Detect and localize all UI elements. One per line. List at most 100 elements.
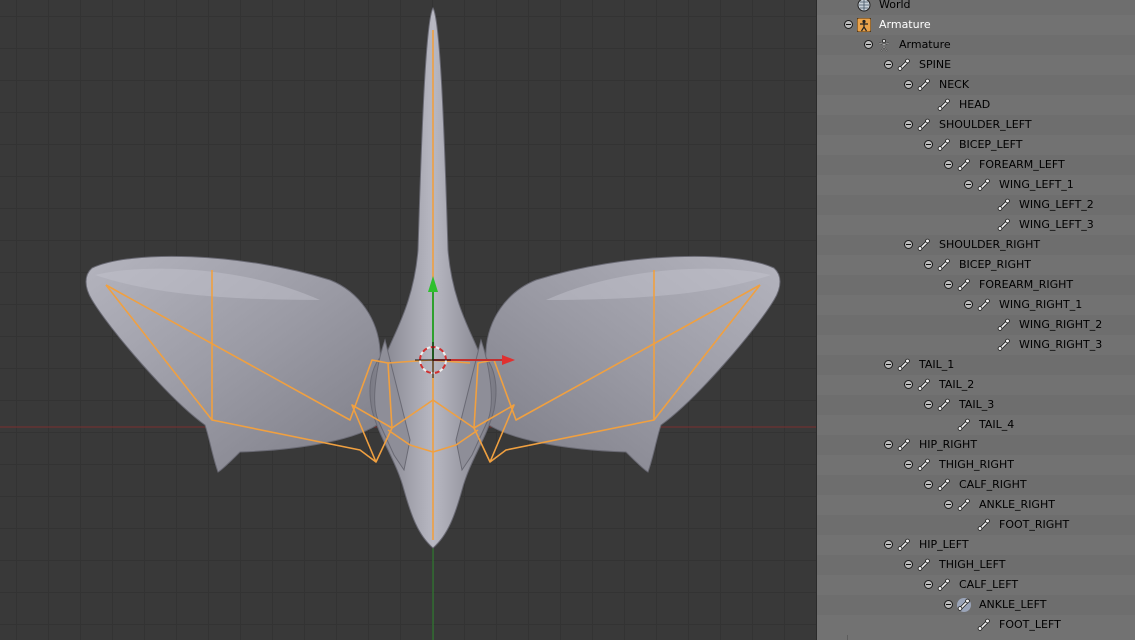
outliner-item-label: ANKLE_LEFT — [979, 598, 1047, 611]
outliner-row[interactable]: CALF_RIGHT — [817, 475, 1135, 495]
outliner-row[interactable]: TAIL_4 — [817, 415, 1135, 435]
collapse-toggle-icon[interactable] — [904, 240, 913, 249]
collapse-toggle-icon[interactable] — [924, 260, 933, 269]
bone-icon — [917, 78, 931, 92]
bone-icon — [957, 598, 971, 612]
outliner-item-label: FOREARM_LEFT — [979, 158, 1065, 171]
outliner-item-label: CALF_LEFT — [959, 578, 1019, 591]
outliner-item-label: TAIL_3 — [959, 398, 995, 411]
outliner-item-label: BICEP_RIGHT — [959, 258, 1031, 271]
outliner-row[interactable]: FOOT_LEFT — [817, 615, 1135, 635]
collapse-toggle-icon[interactable] — [904, 120, 913, 129]
collapse-toggle-icon[interactable] — [944, 500, 953, 509]
3d-viewport[interactable] — [0, 0, 816, 640]
outliner-row[interactable]: WING_RIGHT_2 — [817, 315, 1135, 335]
bone-icon — [957, 498, 971, 512]
outliner-row[interactable]: BICEP_RIGHT — [817, 255, 1135, 275]
collapse-toggle-icon[interactable] — [904, 380, 913, 389]
outliner-row[interactable]: SPINE — [817, 55, 1135, 75]
outliner-item-label: WING_LEFT_3 — [1019, 218, 1094, 231]
outliner-row[interactable]: World — [817, 0, 1135, 15]
bone-icon — [917, 558, 931, 572]
collapse-toggle-icon[interactable] — [964, 300, 973, 309]
outliner-row[interactable]: FOREARM_LEFT — [817, 155, 1135, 175]
outliner-item-label: SHOULDER_RIGHT — [939, 238, 1041, 251]
outliner-row[interactable]: HIP_RIGHT — [817, 435, 1135, 455]
outliner-row[interactable]: THIGH_RIGHT — [817, 455, 1135, 475]
collapse-toggle-icon[interactable] — [904, 460, 913, 469]
outliner-item-label: WING_RIGHT_1 — [999, 298, 1083, 311]
outliner-row[interactable]: WING_LEFT_3 — [817, 215, 1135, 235]
outliner-item-label: WING_LEFT_2 — [1019, 198, 1094, 211]
outliner-row[interactable]: FOOT_RIGHT — [817, 515, 1135, 535]
outliner-item-label: THIGH_RIGHT — [939, 458, 1014, 471]
outliner-row[interactable]: CALF_LEFT — [817, 575, 1135, 595]
outliner-row[interactable]: ANKLE_RIGHT — [817, 495, 1135, 515]
outliner-item-label: WING_RIGHT_2 — [1019, 318, 1103, 331]
bone-icon — [937, 398, 951, 412]
bone-icon — [917, 238, 931, 252]
bone-icon — [917, 458, 931, 472]
collapse-toggle-icon[interactable] — [884, 440, 893, 449]
outliner-row[interactable]: TAIL_2 — [817, 375, 1135, 395]
outliner-item-label: SPINE — [919, 58, 952, 71]
collapse-toggle-icon[interactable] — [844, 20, 853, 29]
outliner-item-label: ANKLE_RIGHT — [979, 498, 1055, 511]
collapse-toggle-icon[interactable] — [944, 600, 953, 609]
bone-icon — [977, 618, 991, 632]
collapse-toggle-icon[interactable] — [924, 400, 933, 409]
outliner-item-label: WING_RIGHT_3 — [1019, 338, 1103, 351]
bone-icon — [937, 478, 951, 492]
outliner-item-label: SHOULDER_LEFT — [939, 118, 1032, 131]
collapse-toggle-icon[interactable] — [864, 40, 873, 49]
bone-icon — [957, 158, 971, 172]
outliner-row[interactable]: HEAD — [817, 95, 1135, 115]
bone-icon — [977, 298, 991, 312]
outliner-row[interactable]: WING_RIGHT_1 — [817, 295, 1135, 315]
collapse-toggle-icon[interactable] — [904, 560, 913, 569]
outliner-row[interactable]: SHOULDER_LEFT — [817, 115, 1135, 135]
collapse-toggle-icon[interactable] — [884, 60, 893, 69]
armature-object-icon — [856, 17, 872, 33]
outliner-row[interactable]: TAIL_3 — [817, 395, 1135, 415]
outliner-item-label: THIGH_LEFT — [939, 558, 1006, 571]
outliner-item-label: FOOT_RIGHT — [999, 518, 1070, 531]
outliner-row[interactable]: BICEP_LEFT — [817, 135, 1135, 155]
bone-icon — [897, 358, 911, 372]
bone-icon — [897, 438, 911, 452]
outliner-row[interactable]: HIP_LEFT — [817, 535, 1135, 555]
outliner-item-label: World — [879, 0, 911, 11]
collapse-toggle-icon[interactable] — [924, 480, 933, 489]
outliner-row[interactable]: Armature — [817, 35, 1135, 55]
outliner-row[interactable]: TAIL_1 — [817, 355, 1135, 375]
collapse-toggle-icon[interactable] — [944, 280, 953, 289]
collapse-toggle-icon[interactable] — [924, 580, 933, 589]
outliner-item-label: BICEP_LEFT — [959, 138, 1023, 151]
collapse-toggle-icon[interactable] — [884, 540, 893, 549]
outliner-item-label: FOREARM_RIGHT — [979, 278, 1074, 291]
outliner-row[interactable]: Armature — [817, 15, 1135, 35]
outliner-row[interactable]: NECK — [817, 75, 1135, 95]
bone-icon — [997, 318, 1011, 332]
outliner-row[interactable]: WING_LEFT_2 — [817, 195, 1135, 215]
bone-icon — [937, 98, 951, 112]
bone-icon — [917, 378, 931, 392]
outliner-row[interactable]: FOREARM_RIGHT — [817, 275, 1135, 295]
outliner-item-label: NECK — [939, 78, 970, 91]
armature-data-icon — [877, 38, 891, 52]
collapse-toggle-icon[interactable] — [944, 160, 953, 169]
outliner-item-label: TAIL_1 — [919, 358, 955, 371]
bone-icon — [997, 198, 1011, 212]
bone-icon — [897, 58, 911, 72]
collapse-toggle-icon[interactable] — [904, 80, 913, 89]
outliner-row[interactable]: THIGH_LEFT — [817, 555, 1135, 575]
outliner-row[interactable]: ANKLE_LEFT — [817, 595, 1135, 615]
collapse-toggle-icon[interactable] — [884, 360, 893, 369]
outliner-row[interactable]: SHOULDER_RIGHT — [817, 235, 1135, 255]
outliner-row[interactable]: WING_LEFT_1 — [817, 175, 1135, 195]
outliner-row[interactable]: WING_RIGHT_3 — [817, 335, 1135, 355]
bone-icon — [997, 338, 1011, 352]
collapse-toggle-icon[interactable] — [964, 180, 973, 189]
outliner-item-label: HIP_RIGHT — [919, 438, 978, 451]
collapse-toggle-icon[interactable] — [924, 140, 933, 149]
